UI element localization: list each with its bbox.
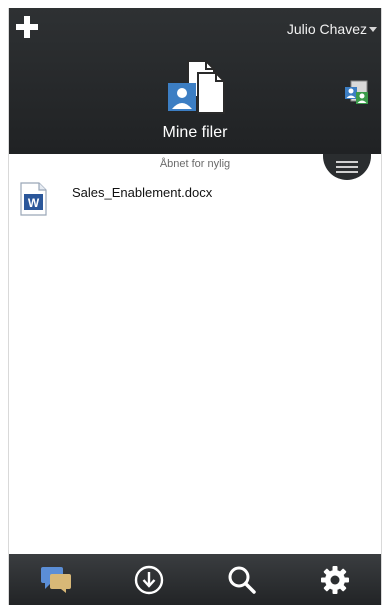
file-name: Sales_Enablement.docx: [72, 184, 213, 200]
gear-icon: [320, 565, 349, 594]
bottom-tab-bar: [9, 554, 381, 605]
my-files-icon: [168, 60, 225, 114]
user-menu[interactable]: Julio Chavez: [287, 21, 377, 37]
chevron-down-icon: [369, 26, 377, 32]
user-name: Julio Chavez: [286, 21, 367, 37]
chat-icon: [40, 566, 71, 593]
add-icon[interactable]: [15, 15, 39, 39]
app-screen: Julio Chavez Mine filer Åbnet for nylig …: [8, 8, 382, 605]
svg-text:W: W: [28, 196, 40, 210]
recent-section-label: Åbnet for nylig: [159, 158, 231, 170]
hamburger-line: [336, 171, 358, 173]
page-title: Mine filer: [162, 124, 228, 141]
tab-messages[interactable]: [9, 554, 102, 605]
search-icon: [228, 566, 256, 594]
shared-files-icon[interactable]: [341, 78, 371, 108]
download-icon: [134, 565, 163, 594]
word-document-icon: W: [20, 182, 47, 216]
tab-downloads[interactable]: [102, 554, 195, 605]
file-list-item[interactable]: W Sales_Enablement.docx: [19, 181, 319, 217]
tab-settings[interactable]: [288, 554, 381, 605]
header: Julio Chavez Mine filer: [9, 8, 381, 154]
tab-search[interactable]: [195, 554, 288, 605]
